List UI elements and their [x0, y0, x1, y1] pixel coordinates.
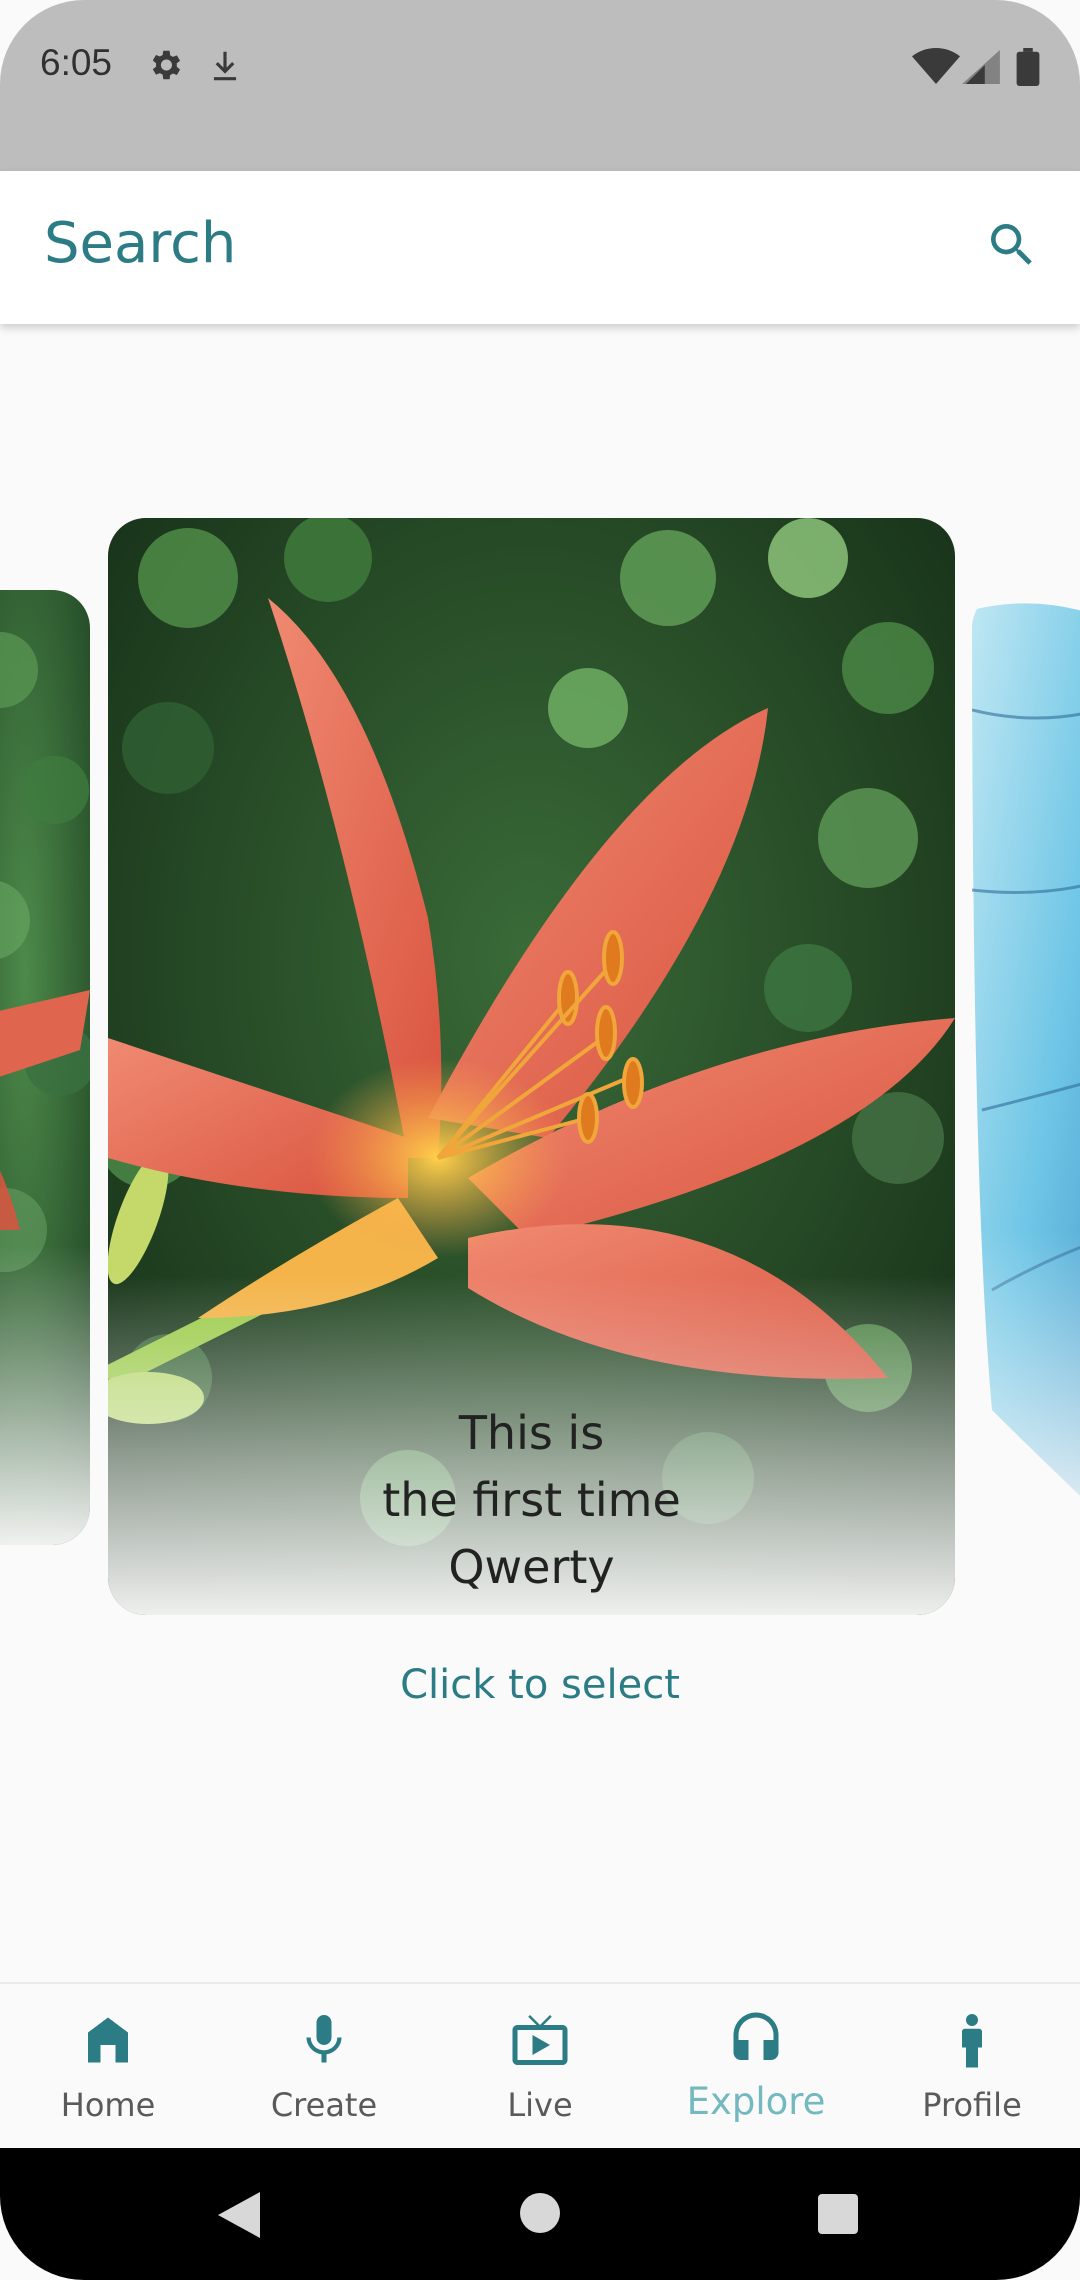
gear-icon [146, 46, 184, 88]
nav-item-home[interactable]: Home [0, 1984, 216, 2150]
carousel-card-previous[interactable] [0, 590, 90, 1545]
click-to-select-button[interactable]: Click to select [0, 1662, 1080, 1708]
download-icon [206, 46, 244, 90]
card-caption: This is the first time Qwerty [108, 1400, 955, 1601]
carousel-card-current[interactable]: This is the first time Qwerty [108, 518, 955, 1615]
home-circle-icon[interactable] [518, 2191, 562, 2239]
card-caption-line3: Qwerty [448, 1540, 615, 1594]
nav-label-home: Home [60, 2086, 156, 2124]
card-caption-line2: the first time [382, 1473, 681, 1527]
flower-image [0, 590, 90, 1545]
nav-label-explore: Explore [686, 2080, 826, 2123]
nav-item-profile[interactable]: Profile [864, 1984, 1080, 2150]
microphone-icon [294, 2010, 354, 2074]
nav-label-profile: Profile [922, 2086, 1022, 2124]
signal-icon [962, 50, 1000, 88]
card-caption-line1: This is [458, 1406, 605, 1460]
tv-icon [510, 2010, 570, 2074]
wifi-icon [912, 48, 960, 88]
nav-item-live[interactable]: Live [432, 1984, 648, 2150]
system-navigation-bar [0, 2148, 1080, 2280]
nav-item-explore[interactable]: Explore [648, 1984, 864, 2150]
battery-icon [1016, 48, 1040, 90]
search-icon[interactable] [984, 217, 1040, 277]
home-icon [78, 2010, 138, 2074]
nav-label-live: Live [507, 2086, 573, 2124]
search-input[interactable]: Search [44, 211, 236, 276]
status-time: 6:05 [40, 42, 113, 83]
carousel-card-next[interactable] [972, 590, 1080, 1545]
butterfly-image [972, 590, 1080, 1545]
nav-item-create[interactable]: Create [216, 1984, 432, 2150]
status-bar: 6:05 [0, 0, 1080, 171]
back-icon[interactable] [216, 2190, 262, 2244]
nav-label-create: Create [270, 2086, 378, 2124]
search-bar[interactable]: Search [0, 171, 1080, 324]
person-icon [942, 2010, 1002, 2074]
bottom-navigation: Home Create Live Explore Profile [0, 1982, 1080, 2150]
headphones-icon [726, 2010, 786, 2074]
recents-icon[interactable] [817, 2193, 859, 2239]
